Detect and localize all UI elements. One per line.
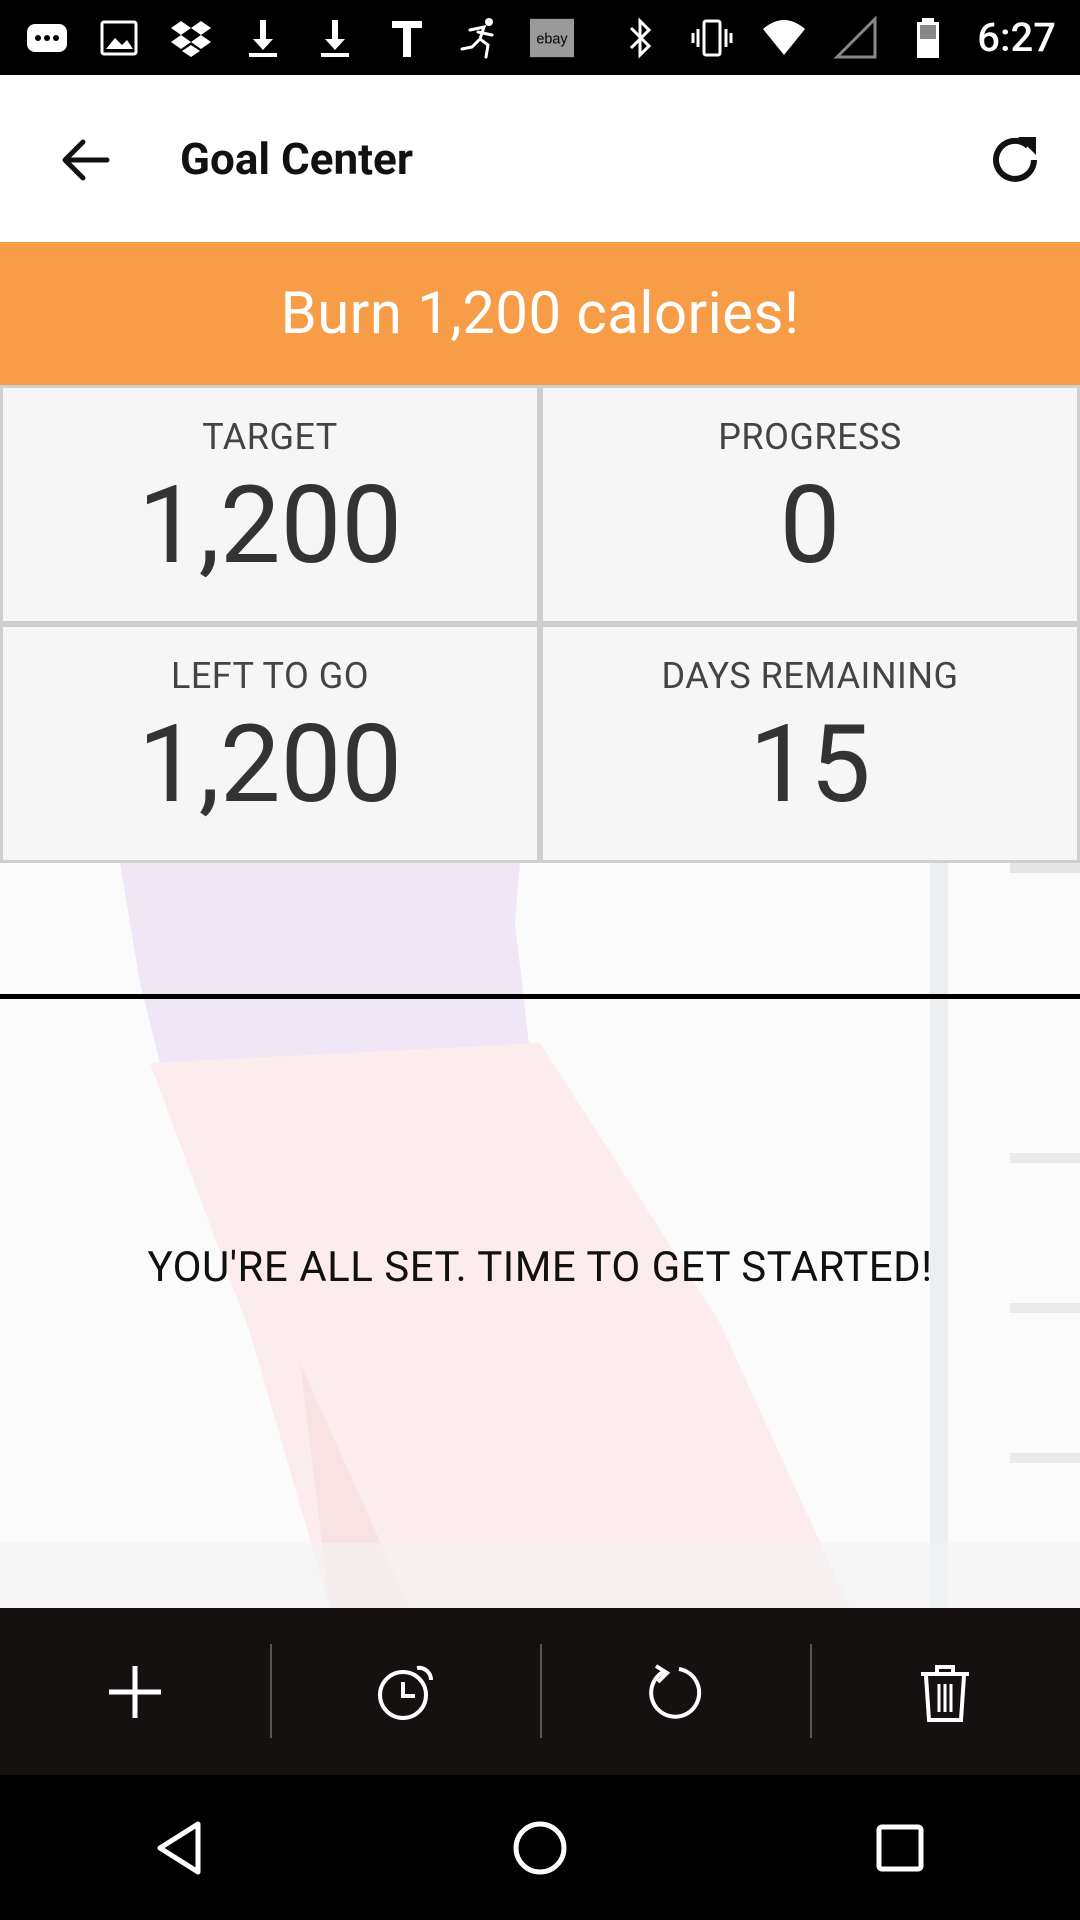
vibrate-icon [689,15,735,61]
trash-icon [921,1664,969,1722]
reset-button[interactable] [540,1608,810,1775]
dropbox-icon [168,15,214,61]
reset-icon [649,1663,702,1719]
stat-left-to-go: LEFT TO GO 1,200 [0,624,540,863]
goal-banner: Burn 1,200 calories! [0,242,1080,385]
notification-icons: ebay [24,0,576,75]
text-icon [384,15,430,61]
plus-icon [109,1665,161,1718]
stat-days-remaining: DAYS REMAINING 15 [540,624,1080,863]
ebay-icon: ebay [528,15,576,61]
reminder-button[interactable] [270,1608,540,1775]
runner-icon [456,15,502,61]
page-title: Goal Center [180,133,413,185]
bluetooth-icon [617,15,663,61]
recents-square-icon [876,1824,924,1871]
stat-target: TARGET 1,200 [0,385,540,624]
background-photo [0,863,1080,1608]
stat-value: 1,200 [137,702,403,828]
action-toolbar [0,1608,1080,1775]
system-nav-bar [0,1775,1080,1920]
battery-icon [905,15,951,61]
arrow-left-icon [62,139,110,181]
stat-label: LEFT TO GO [170,655,370,697]
stats-grid: TARGET 1,200 PROGRESS 0 LEFT TO GO 1,200… [0,385,1080,863]
svg-text:ebay: ebay [536,31,568,47]
stat-label: DAYS REMAINING [661,655,959,697]
clock: 6:27 [977,14,1056,61]
download-icon [240,15,286,61]
alarm-clock-icon [378,1665,434,1720]
home-circle-icon [513,1821,567,1874]
stat-value: 1,200 [137,463,403,589]
hero-divider [0,994,1080,999]
image-icon [96,15,142,61]
app-bar: Goal Center [0,75,1080,242]
refresh-icon [993,137,1037,182]
nav-home-button[interactable] [480,1788,600,1908]
signal-icon [833,14,879,61]
system-icons: 6:27 [617,0,1056,75]
status-bar: ebay 6:27 [0,0,1080,75]
stat-value: 15 [749,702,871,828]
stat-value: 0 [779,463,841,589]
stat-progress: PROGRESS 0 [540,385,1080,624]
stat-label: PROGRESS [718,416,902,458]
delete-button[interactable] [810,1608,1080,1775]
status-message: YOU'RE ALL SET. TIME TO GET STARTED! [147,1243,933,1292]
back-triangle-icon [157,1821,201,1874]
nav-back-button[interactable] [120,1788,240,1908]
add-button[interactable] [0,1608,270,1775]
stat-label: TARGET [202,416,338,458]
back-button[interactable] [50,125,120,195]
refresh-button[interactable] [980,125,1050,195]
download-icon [312,15,358,61]
nav-recents-button[interactable] [840,1788,960,1908]
wifi-icon [761,15,807,61]
hero-image: YOU'RE ALL SET. TIME TO GET STARTED! [0,863,1080,1608]
chat-icon [24,15,70,61]
